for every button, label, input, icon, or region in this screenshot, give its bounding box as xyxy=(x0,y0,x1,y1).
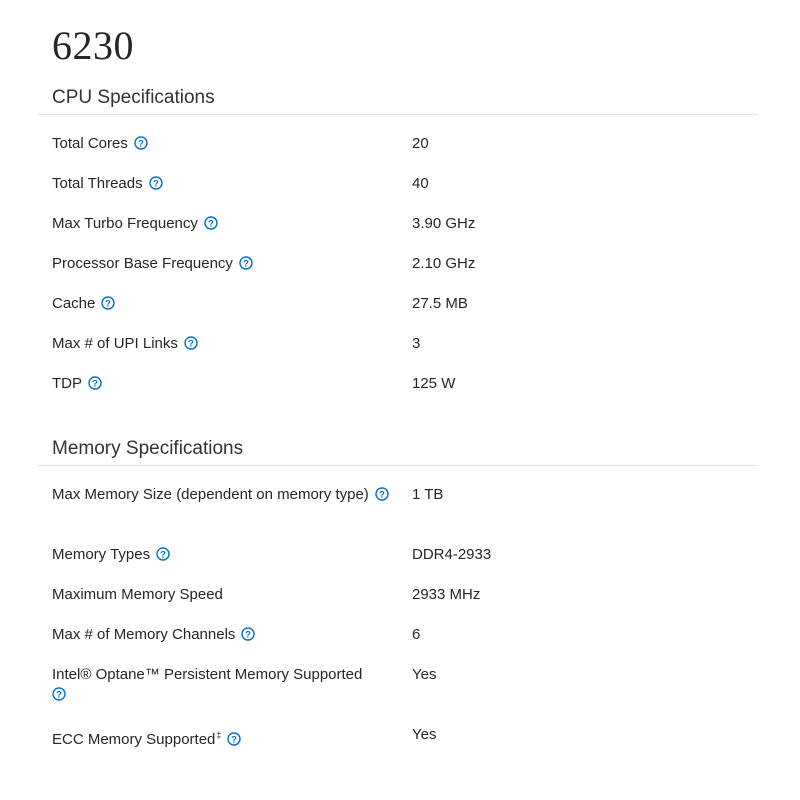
svg-text:?: ? xyxy=(160,550,166,561)
section-header-cpu: CPU Specifications xyxy=(52,87,215,108)
spec-value: Yes xyxy=(412,726,437,743)
spec-label: Max Memory Size (dependent on memory typ… xyxy=(52,485,392,507)
section-header-memory: Memory Specifications xyxy=(52,438,244,459)
help-circle-icon[interactable]: ? xyxy=(134,136,148,156)
spec-label: Max # of UPI Links? xyxy=(52,334,392,356)
spec-value: 27.5 MB xyxy=(412,295,468,312)
spec-value: 20 xyxy=(412,135,429,152)
spec-label: Processor Base Frequency? xyxy=(52,254,392,276)
spec-value: 2933 MHz xyxy=(412,586,481,603)
spec-label: Total Threads? xyxy=(52,174,392,196)
spec-value: Yes xyxy=(412,666,437,683)
spec-value: 1 TB xyxy=(412,486,444,503)
spec-label: ECC Memory Supported‡? xyxy=(52,725,392,752)
svg-text:?: ? xyxy=(379,490,385,501)
help-circle-icon[interactable]: ? xyxy=(204,216,218,236)
help-circle-icon[interactable]: ? xyxy=(375,487,389,507)
help-circle-icon[interactable]: ? xyxy=(52,687,66,707)
spec-label: Max # of Memory Channels? xyxy=(52,625,392,647)
spec-value: 3.90 GHz xyxy=(412,215,476,232)
svg-text:?: ? xyxy=(232,735,238,746)
spec-value: 40 xyxy=(412,175,429,192)
spec-value: DDR4-2933 xyxy=(412,546,492,563)
spec-label: Intel® Optane™ Persistent Memory Support… xyxy=(52,665,392,707)
svg-text:?: ? xyxy=(208,219,214,230)
svg-text:?: ? xyxy=(92,379,98,390)
help-circle-icon[interactable]: ? xyxy=(101,296,116,316)
spec-value: 6 xyxy=(412,626,421,643)
spec-label: Cache? xyxy=(52,294,392,316)
help-circle-icon[interactable]: ? xyxy=(227,732,242,752)
svg-text:?: ? xyxy=(243,259,249,270)
footnote-marker: ‡ xyxy=(216,730,222,740)
spec-label: TDP? xyxy=(52,374,392,396)
spec-label: Max Turbo Frequency? xyxy=(52,214,392,236)
section-divider xyxy=(38,114,758,115)
help-circle-icon[interactable]: ? xyxy=(88,376,102,396)
svg-text:?: ? xyxy=(153,179,159,190)
svg-text:?: ? xyxy=(56,690,62,701)
help-circle-icon[interactable]: ? xyxy=(184,336,198,356)
help-circle-icon[interactable]: ? xyxy=(148,176,163,196)
help-circle-icon[interactable]: ? xyxy=(239,256,253,276)
svg-text:?: ? xyxy=(246,630,252,641)
spec-label: Maximum Memory Speed xyxy=(52,586,223,603)
svg-text:?: ? xyxy=(105,299,111,310)
help-circle-icon[interactable]: ? xyxy=(156,547,170,567)
spec-value: 2.10 GHz xyxy=(412,255,476,272)
svg-text:?: ? xyxy=(138,139,144,150)
spec-value: 3 xyxy=(412,335,421,352)
spec-label: Memory Types? xyxy=(52,545,392,567)
page-title: 6230 xyxy=(52,23,134,68)
spec-label: Total Cores? xyxy=(52,134,392,156)
spec-value: 125 W xyxy=(412,375,456,392)
section-divider xyxy=(38,465,758,466)
svg-text:?: ? xyxy=(188,339,194,350)
help-circle-icon[interactable]: ? xyxy=(241,627,256,647)
